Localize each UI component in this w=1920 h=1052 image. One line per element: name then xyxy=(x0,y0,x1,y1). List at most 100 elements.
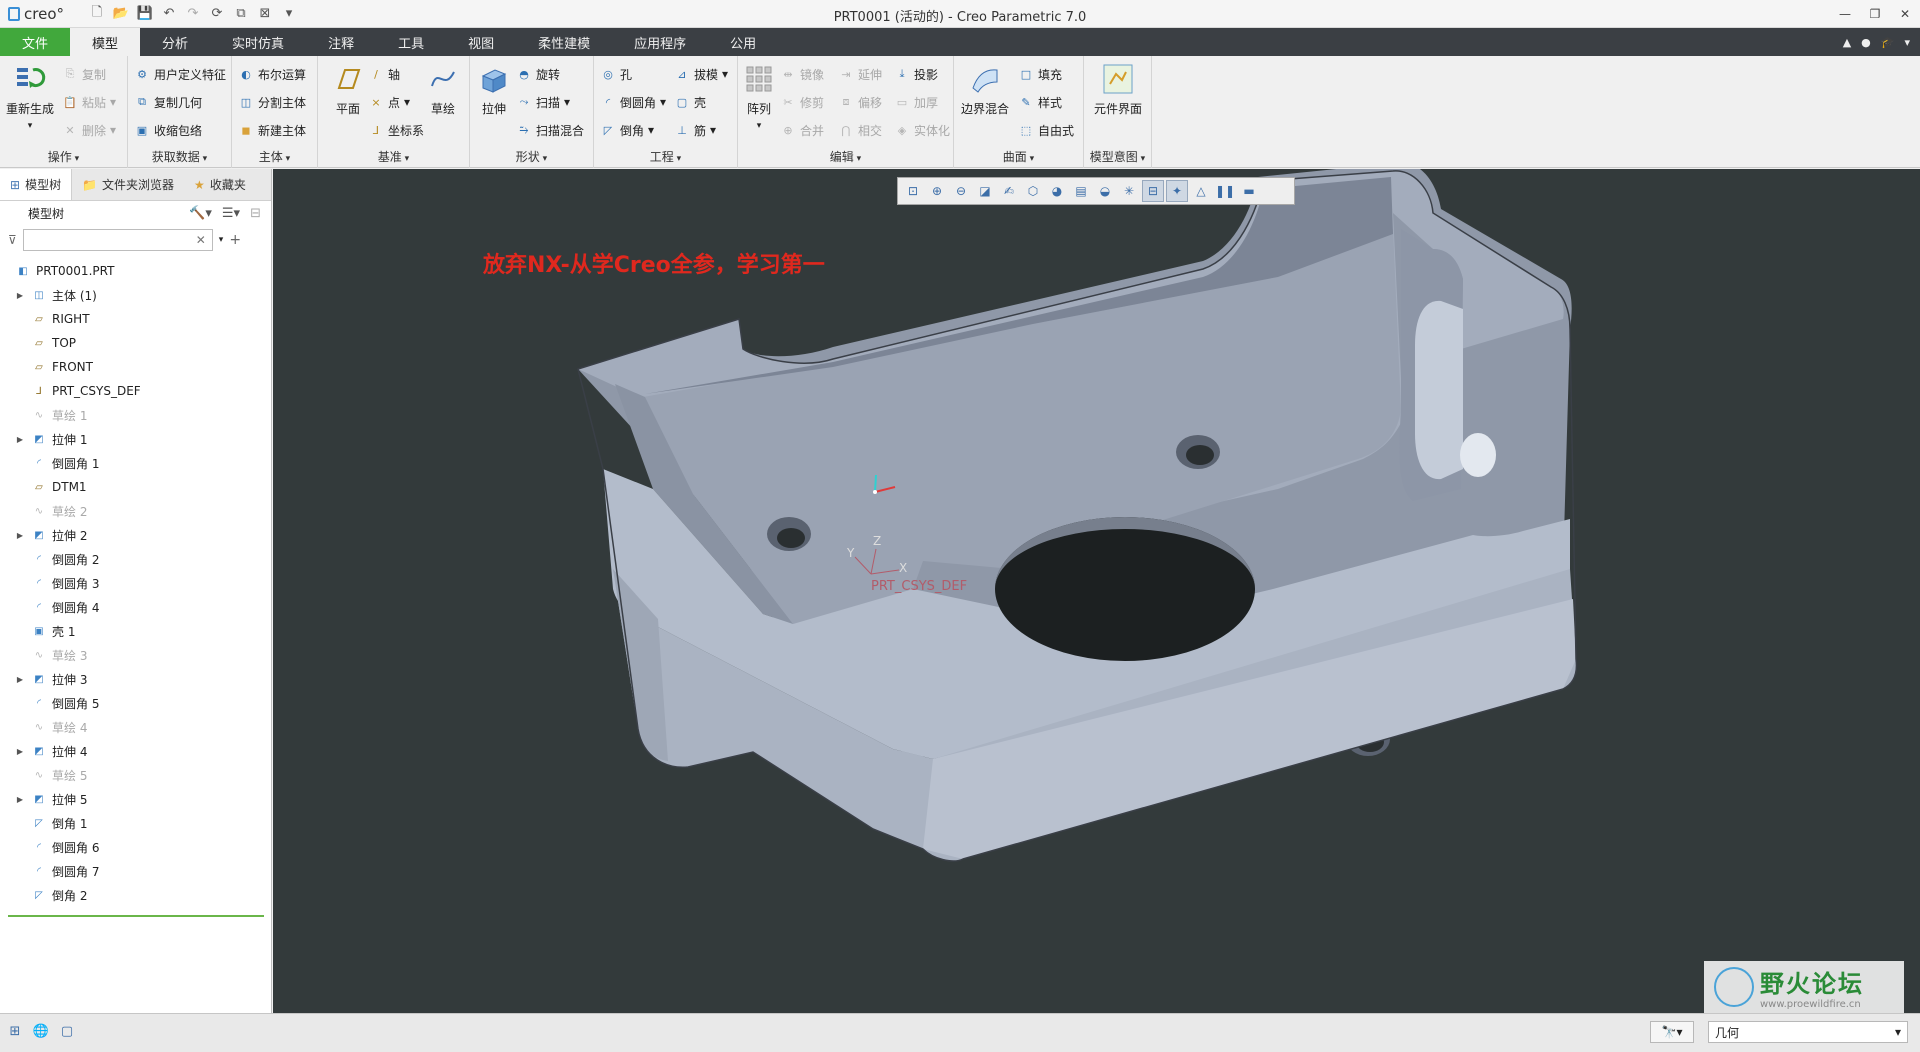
named-view-icon[interactable]: △ xyxy=(1190,180,1212,202)
tree-display-icon[interactable]: ☰▾ xyxy=(222,206,240,221)
regenerate-button[interactable]: 重新生成 ▾ xyxy=(2,62,58,131)
search-dropdown-icon[interactable]: ▾ xyxy=(219,235,224,245)
point-button[interactable]: × 点 ▾ xyxy=(368,92,410,112)
csys-button[interactable]: ⅃ 坐标系 xyxy=(368,120,424,140)
tree-item-right[interactable]: ▱ RIGHT xyxy=(0,307,271,331)
view-manager-icon[interactable]: ▤ xyxy=(1070,180,1092,202)
datum-display-icon[interactable]: ✳ xyxy=(1118,180,1140,202)
tree-item-chamfer-2[interactable]: ◸ 倒角 2 xyxy=(0,883,271,907)
repaint-icon[interactable]: ◪ xyxy=(974,180,996,202)
tree-item-sketch-5[interactable]: ∿ 草绘 5 xyxy=(0,763,271,787)
tree-item-extrude-2[interactable]: ▶ ◩ 拉伸 2 xyxy=(0,523,271,547)
pause-icon[interactable]: ❚❚ xyxy=(1214,180,1236,202)
expand-icon[interactable]: ▶ xyxy=(12,531,28,540)
round-button[interactable]: ◜ 倒圆角 ▾ xyxy=(600,92,666,112)
copy-button[interactable]: ⎘ 复制 xyxy=(62,64,106,84)
minimize-icon[interactable]: — xyxy=(1830,0,1860,28)
tab-flexible-modeling[interactable]: 柔性建模 xyxy=(516,28,612,56)
full-screen-icon[interactable]: ▢ xyxy=(58,1022,76,1040)
intersect-button[interactable]: ⋂ 相交 xyxy=(838,120,882,140)
component-interface-button[interactable]: 元件界面 xyxy=(1088,62,1148,117)
show-navigator-icon[interactable]: ⊞ xyxy=(6,1022,24,1040)
tab-favorites[interactable]: ★ 收藏夹 xyxy=(184,169,256,200)
expand-icon[interactable]: ▶ xyxy=(12,795,28,804)
clear-search-icon[interactable]: ✕ xyxy=(196,233,206,247)
tab-model[interactable]: 模型 xyxy=(70,28,141,56)
split-body-button[interactable]: ◫ 分割主体 xyxy=(238,92,306,112)
customize-qat-icon[interactable]: ▾ xyxy=(278,3,300,25)
draft-button[interactable]: ⊿ 拔模 ▾ xyxy=(674,64,728,84)
freestyle-button[interactable]: ⬚ 自由式 xyxy=(1018,120,1074,140)
tree-item-csys[interactable]: ⅃ PRT_CSYS_DEF xyxy=(0,379,271,403)
group-title-shapes[interactable]: 形状 xyxy=(470,148,593,165)
learning-icon[interactable]: 🎓 xyxy=(1881,36,1895,49)
save-icon[interactable]: 💾 xyxy=(134,3,156,25)
udf-button[interactable]: ⚙ 用户定义特征 xyxy=(134,64,226,84)
find-button[interactable]: 🔭 ▾ xyxy=(1650,1021,1694,1043)
zoom-in-icon[interactable]: ⊕ xyxy=(926,180,948,202)
offset-button[interactable]: ⧈ 偏移 xyxy=(838,92,883,112)
solidify-button[interactable]: ◈ 实体化 xyxy=(894,120,950,140)
thicken-button[interactable]: ▭ 加厚 xyxy=(894,92,938,112)
tree-item-extrude-3[interactable]: ▶ ◩ 拉伸 3 xyxy=(0,667,271,691)
add-filter-icon[interactable]: + xyxy=(229,232,241,248)
graphics-viewport[interactable]: Y Z X PRT_CSYS_DEF ⊡ ⊕ ⊖ ◪ ✍ ⬡ ◕ ▤ ◒ ✳ ⊟… xyxy=(273,169,1920,1013)
revolve-button[interactable]: ◓ 旋转 xyxy=(516,64,560,84)
tab-tools[interactable]: 工具 xyxy=(376,28,446,56)
tree-item-bodies[interactable]: ▶ ◫ 主体 (1) xyxy=(0,283,271,307)
reorient-icon[interactable]: ✍ xyxy=(998,180,1020,202)
expand-icon[interactable]: ▶ xyxy=(12,747,28,756)
tree-item-sketch-3[interactable]: ∿ 草绘 3 xyxy=(0,643,271,667)
group-title-datum[interactable]: 基准 xyxy=(318,148,469,165)
refit-icon[interactable]: ⊡ xyxy=(902,180,924,202)
close-icon[interactable]: ✕ xyxy=(1890,0,1920,28)
hole-button[interactable]: ◎ 孔 xyxy=(600,64,632,84)
chamfer-button[interactable]: ◸ 倒角 ▾ xyxy=(600,120,654,140)
expand-icon[interactable]: ▶ xyxy=(12,291,28,300)
snapshot-icon[interactable]: ▬ xyxy=(1238,180,1260,202)
expand-icon[interactable]: ▶ xyxy=(12,675,28,684)
extrude-button[interactable]: 拉伸 xyxy=(470,62,518,117)
new-file-icon[interactable]: 🗋 xyxy=(86,3,108,25)
annotation-display-icon[interactable]: ⊟ xyxy=(1142,180,1164,202)
tree-filter-icon[interactable]: ⊟ xyxy=(250,206,261,221)
tab-live-simulation[interactable]: 实时仿真 xyxy=(210,28,306,56)
boundary-blend-button[interactable]: 边界混合 xyxy=(954,62,1016,117)
tab-file[interactable]: 文件 xyxy=(0,28,71,56)
swept-blend-button[interactable]: ⥲ 扫描混合 xyxy=(516,120,584,140)
tree-item-round-7[interactable]: ◜ 倒圆角 7 xyxy=(0,859,271,883)
collapse-ribbon-icon[interactable]: ▲ xyxy=(1843,36,1851,49)
open-folder-icon[interactable]: 📂 xyxy=(110,3,132,25)
tree-item-extrude-5[interactable]: ▶ ◩ 拉伸 5 xyxy=(0,787,271,811)
delete-button[interactable]: ✕ 删除 ▾ xyxy=(62,120,116,140)
tree-item-top[interactable]: ▱ TOP xyxy=(0,331,271,355)
tree-item-part[interactable]: ◧ PRT0001.PRT xyxy=(0,259,271,283)
extend-button[interactable]: ⇥ 延伸 xyxy=(838,64,882,84)
tree-item-sketch-1[interactable]: ∿ 草绘 1 xyxy=(0,403,271,427)
redo-icon[interactable]: ↷ xyxy=(182,3,204,25)
pattern-button[interactable]: 阵列 ▾ xyxy=(738,62,780,131)
new-body-button[interactable]: ◼ 新建主体 xyxy=(238,120,306,140)
tree-item-front[interactable]: ▱ FRONT xyxy=(0,355,271,379)
expand-icon[interactable]: ▶ xyxy=(12,435,28,444)
tree-item-extrude-1[interactable]: ▶ ◩ 拉伸 1 xyxy=(0,427,271,451)
group-title-model-intent[interactable]: 模型意图 xyxy=(1084,148,1151,165)
shell-button[interactable]: ▢ 壳 xyxy=(674,92,706,112)
close-window-icon[interactable]: ⊠ xyxy=(254,3,276,25)
tree-item-extrude-4[interactable]: ▶ ◩ 拉伸 4 xyxy=(0,739,271,763)
group-title-get-data[interactable]: 获取数据 xyxy=(128,148,231,165)
project-button[interactable]: ⤓ 投影 xyxy=(894,64,938,84)
tab-view[interactable]: 视图 xyxy=(446,28,516,56)
style-button[interactable]: ✎ 样式 xyxy=(1018,92,1062,112)
tab-common[interactable]: 公用 xyxy=(708,28,778,56)
show-browser-icon[interactable]: 🌐 xyxy=(32,1022,50,1040)
mirror-button[interactable]: ⇹ 镜像 xyxy=(780,64,824,84)
part-model[interactable]: Y Z X PRT_CSYS_DEF xyxy=(273,169,1920,1013)
tree-item-shell-1[interactable]: ▣ 壳 1 xyxy=(0,619,271,643)
tab-folder-browser[interactable]: 📁 文件夹浏览器 xyxy=(72,169,184,200)
tree-settings-icon[interactable]: 🔨▾ xyxy=(189,206,212,221)
tab-analysis[interactable]: 分析 xyxy=(140,28,210,56)
shrinkwrap-button[interactable]: ▣ 收缩包络 xyxy=(134,120,202,140)
tab-annotate[interactable]: 注释 xyxy=(306,28,376,56)
copy-geometry-button[interactable]: ⧉ 复制几何 xyxy=(134,92,202,112)
